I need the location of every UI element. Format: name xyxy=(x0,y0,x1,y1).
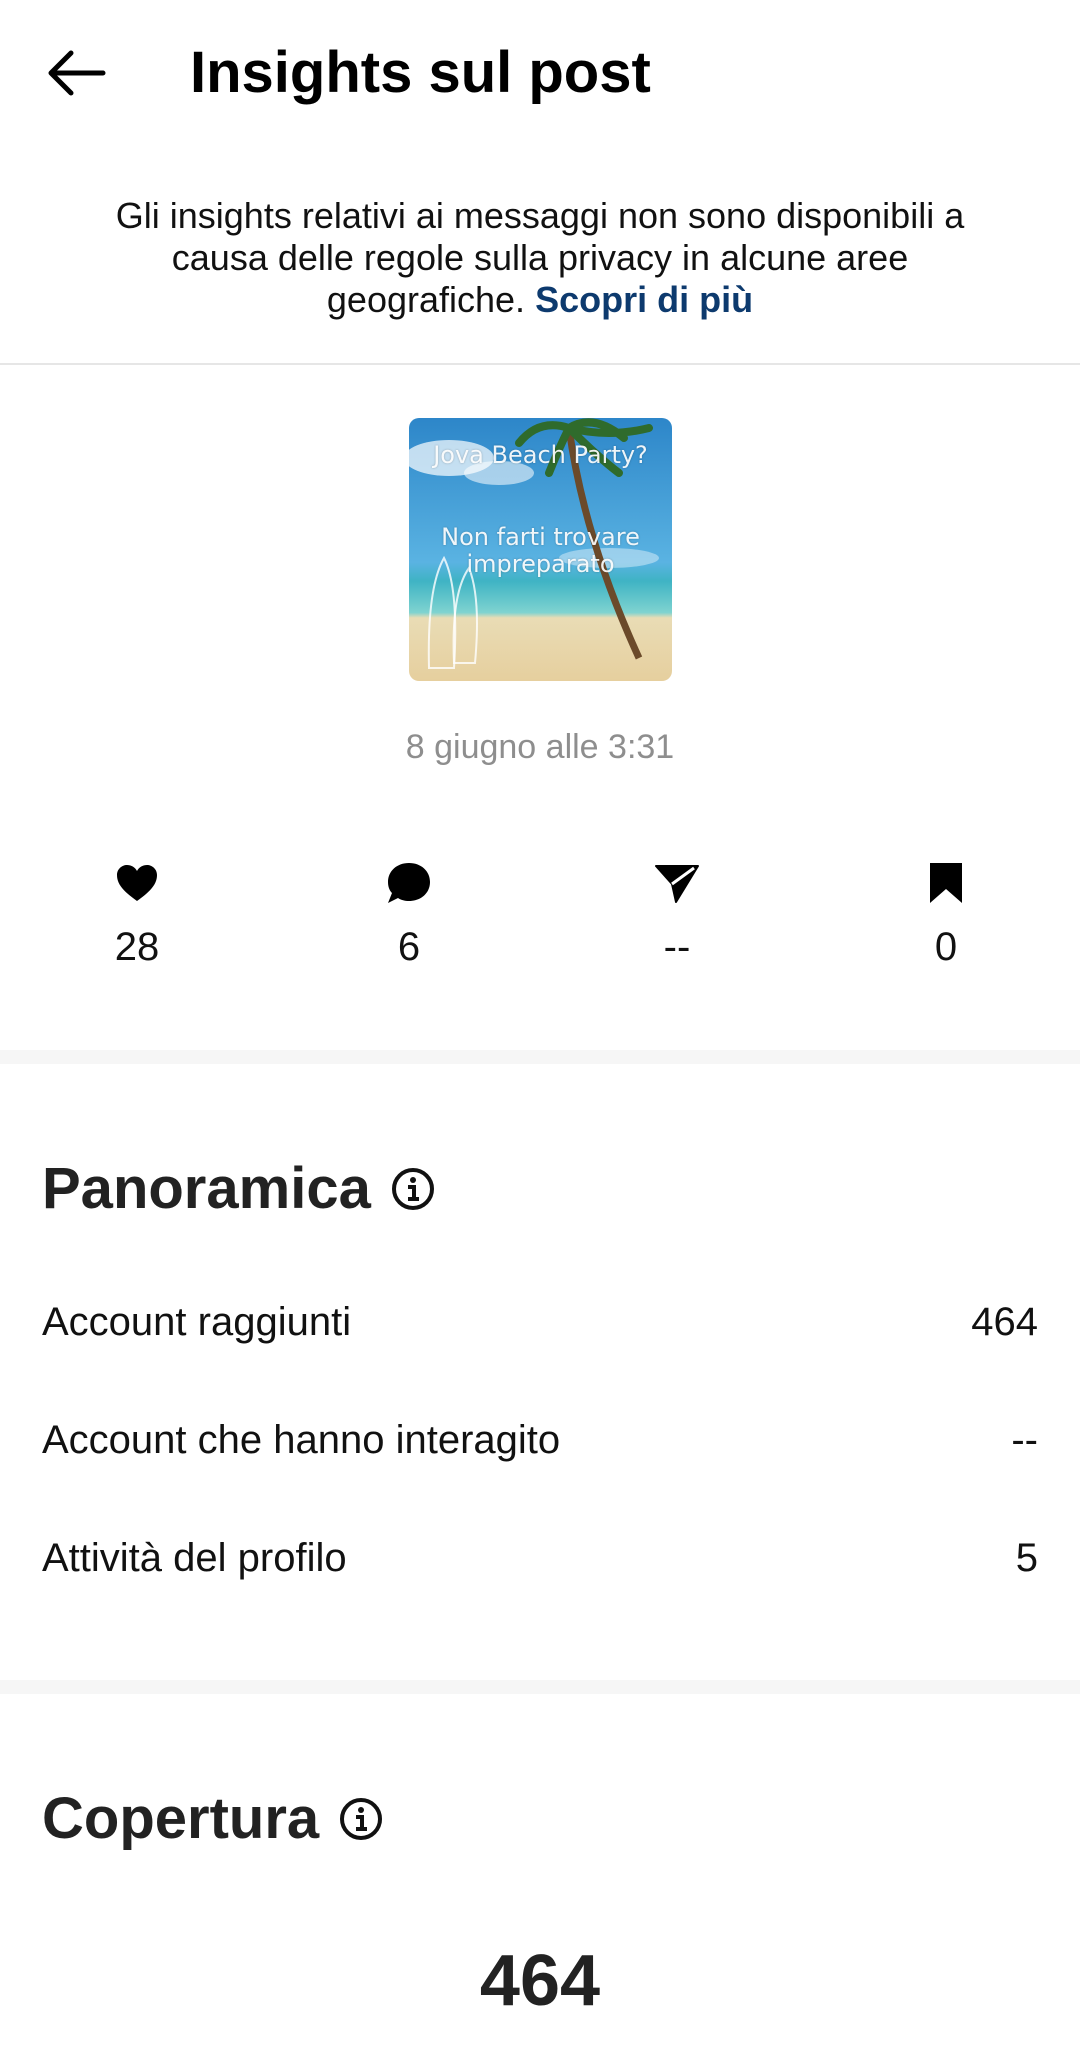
post-date: 8 giugno alle 3:31 xyxy=(405,728,675,766)
comments-count: 6 xyxy=(397,925,421,969)
row-label: Account che hanno interagito xyxy=(42,1418,561,1462)
thumbnail-caption: Jova Beach Party? Non farti trovare impr… xyxy=(409,418,672,681)
arrow-left-icon xyxy=(48,50,106,96)
section-separator xyxy=(0,1050,1080,1064)
learn-more-link[interactable]: Scopri di più xyxy=(535,279,753,320)
back-button[interactable] xyxy=(30,38,120,108)
reach-title: Copertura xyxy=(42,1786,320,1851)
row-value: -- xyxy=(1011,1418,1038,1462)
row-label: Attività del profilo xyxy=(42,1536,347,1580)
thumbnail-line-2: Non farti trovare impreparato xyxy=(441,523,640,578)
thumbnail-line-1: Jova Beach Party? xyxy=(433,441,648,469)
row-value: 464 xyxy=(971,1300,1038,1344)
row-label: Account raggiunti xyxy=(42,1300,352,1344)
list-item[interactable]: Account raggiunti 464 xyxy=(42,1300,1038,1345)
page-title: Insights sul post xyxy=(190,40,651,105)
privacy-notice: Gli insights relativi ai messaggi non so… xyxy=(90,195,990,321)
likes-count: 28 xyxy=(114,925,160,969)
comments-stat: 6 xyxy=(329,855,489,971)
bookmark-icon xyxy=(930,863,962,903)
top-bar: Insights sul post xyxy=(0,0,1080,150)
reach-info-icon[interactable] xyxy=(339,1797,383,1841)
post-thumbnail[interactable]: Jova Beach Party? Non farti trovare impr… xyxy=(409,418,672,681)
heart-icon xyxy=(117,865,157,901)
section-separator xyxy=(0,1680,1080,1694)
shares-count: -- xyxy=(663,925,691,969)
list-item[interactable]: Attività del profilo 5 xyxy=(42,1536,1038,1581)
list-item[interactable]: Account che hanno interagito -- xyxy=(42,1418,1038,1463)
reach-section-title: Copertura xyxy=(42,1785,383,1852)
divider xyxy=(0,363,1080,365)
overview-section-title: Panoramica xyxy=(42,1155,435,1222)
saves-stat: 0 xyxy=(866,855,1026,971)
overview-info-icon[interactable] xyxy=(391,1167,435,1211)
shares-stat: -- xyxy=(597,855,757,971)
comment-icon xyxy=(388,863,430,903)
saves-count: 0 xyxy=(934,925,958,969)
share-icon xyxy=(655,865,699,903)
reach-total: 464 xyxy=(479,1941,601,2021)
likes-stat: 28 xyxy=(57,855,217,971)
overview-title: Panoramica xyxy=(42,1156,371,1221)
row-value: 5 xyxy=(1015,1536,1038,1580)
